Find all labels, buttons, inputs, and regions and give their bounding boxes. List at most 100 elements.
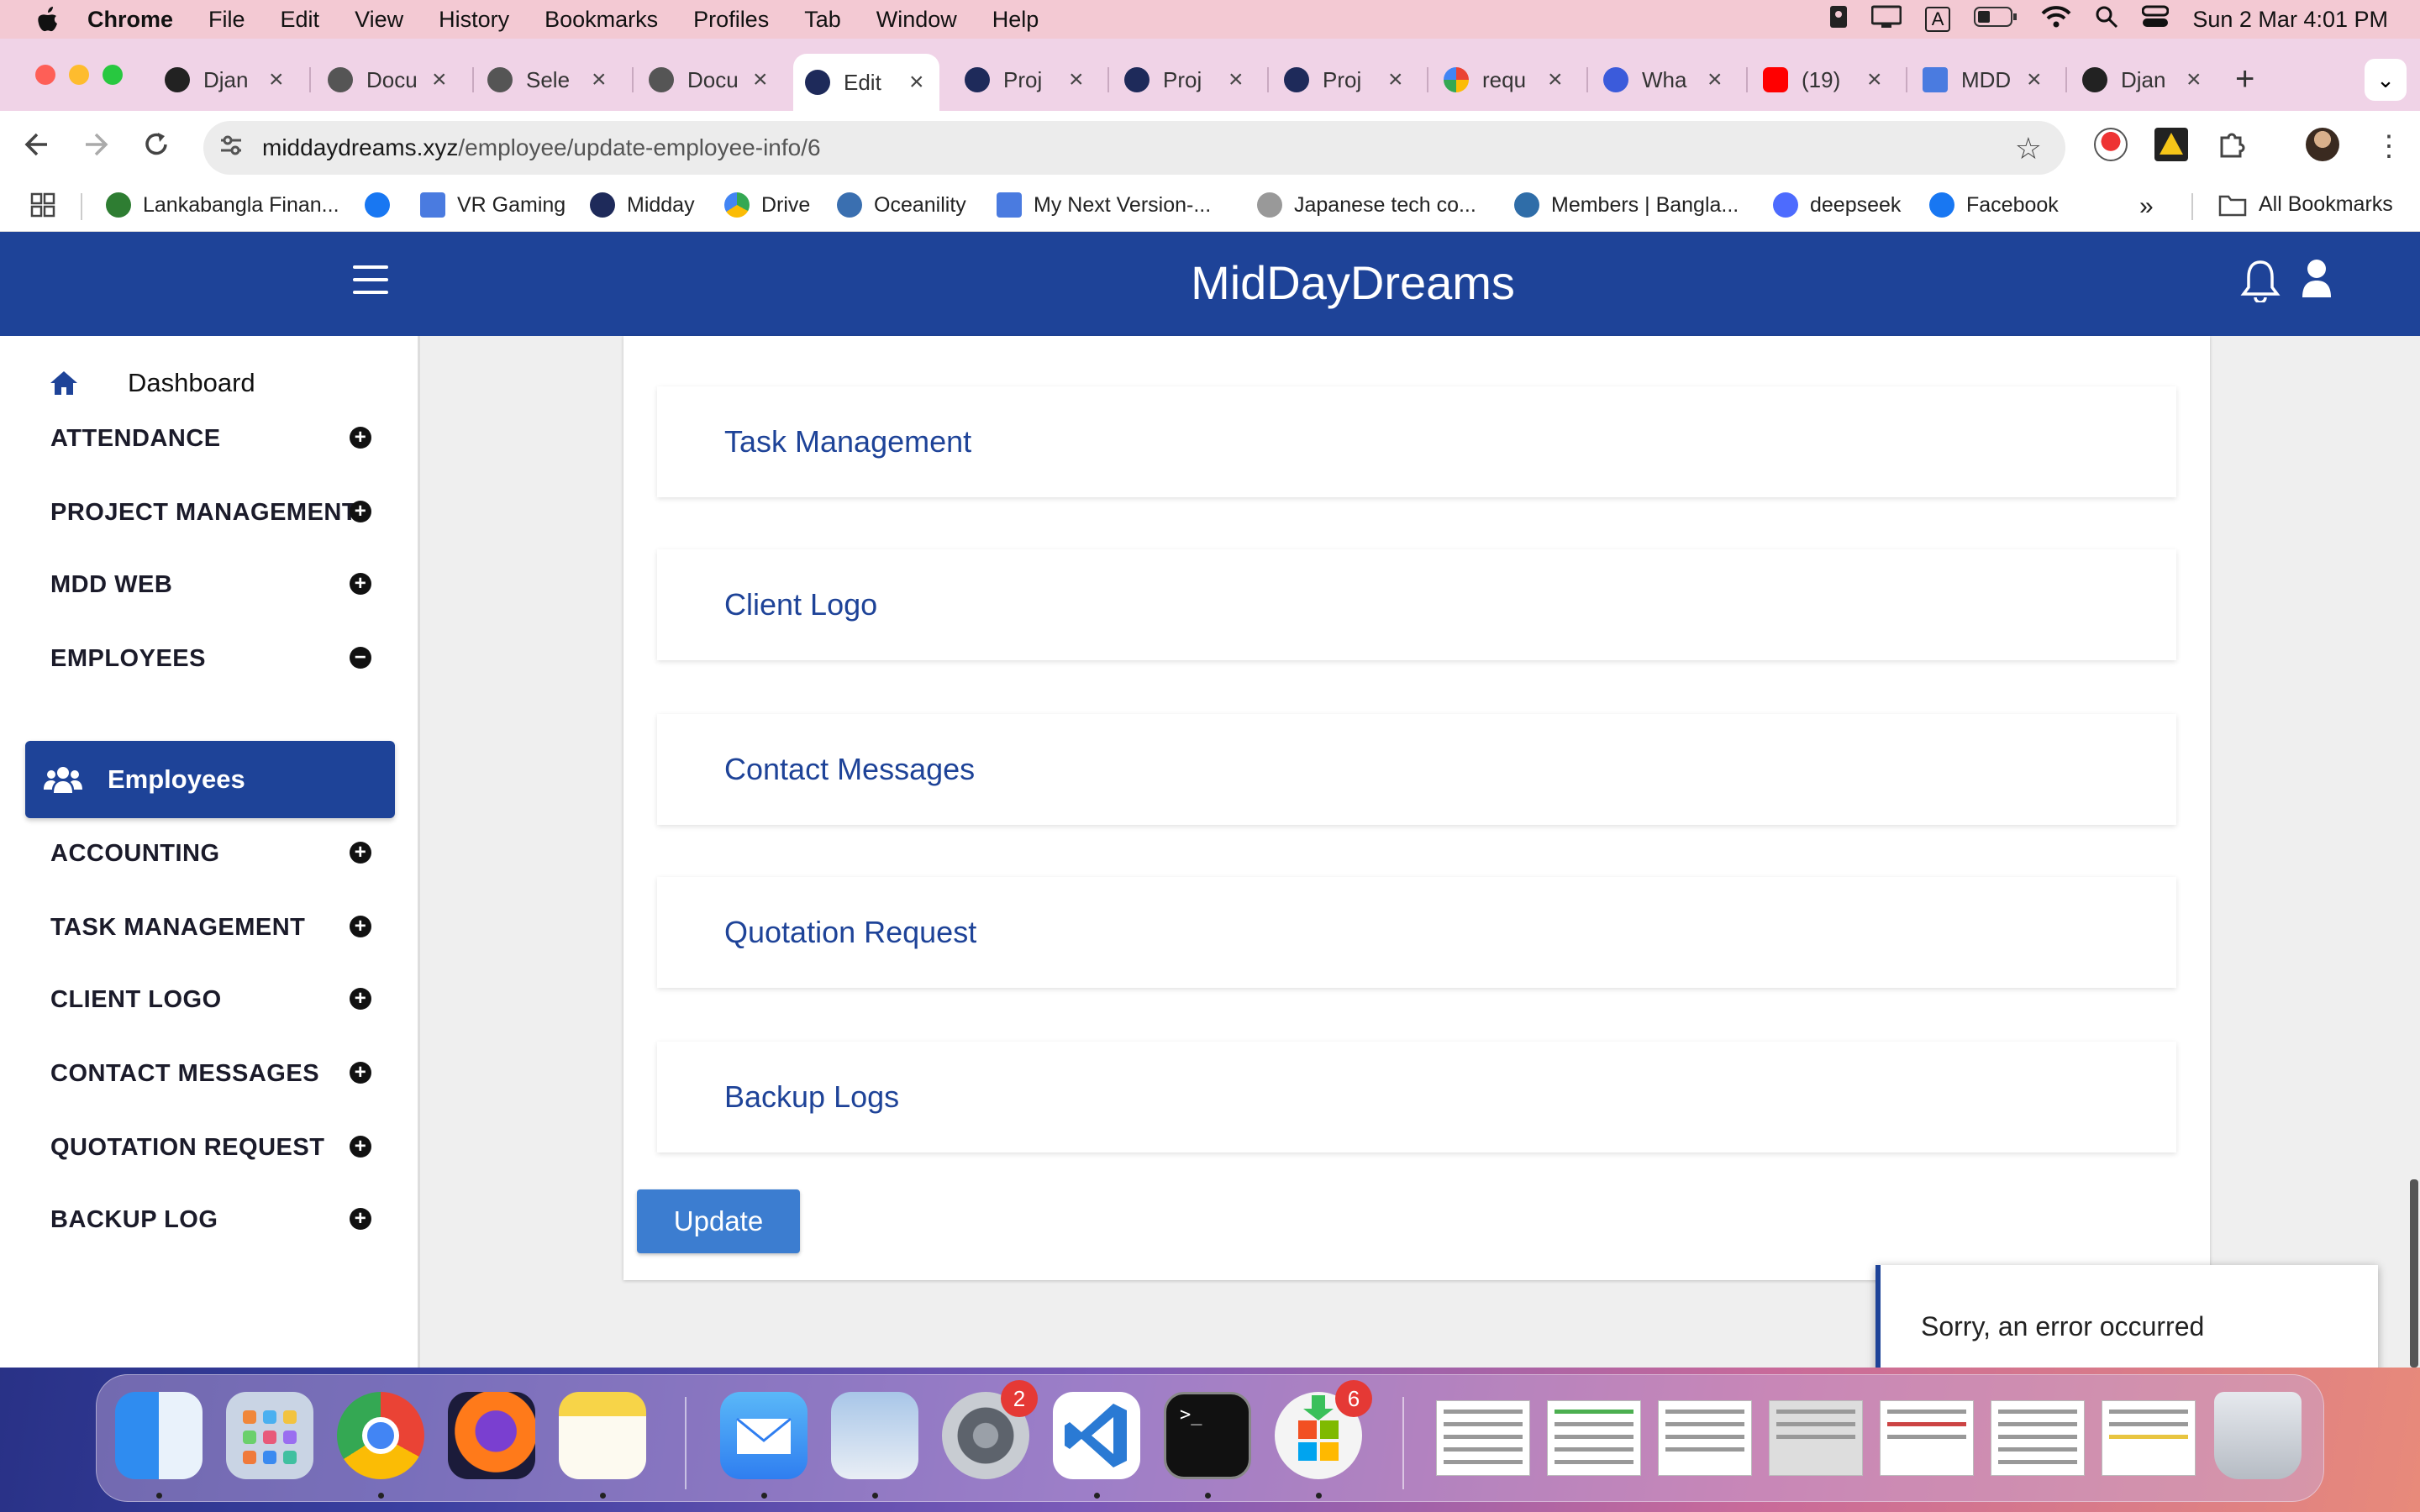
control-center-icon[interactable] (2141, 5, 2170, 34)
sidebar-item-backup-log[interactable]: BACKUP LOG + (50, 1206, 378, 1234)
terminal-icon[interactable]: >_ (1164, 1392, 1251, 1479)
expand-plus-icon[interactable]: + (350, 1136, 371, 1158)
sidebar-item-attendance[interactable]: ATTENDANCE + (50, 425, 378, 453)
tab-close-icon[interactable]: × (753, 66, 768, 94)
tab-close-icon[interactable]: × (592, 66, 607, 94)
menu-profiles[interactable]: Profiles (693, 7, 769, 33)
tab-requ[interactable]: requ × (1432, 55, 1563, 104)
zoom-window-button[interactable] (103, 65, 123, 85)
bookmark-facebook-icon-only[interactable] (365, 192, 390, 218)
expand-plus-icon[interactable]: + (350, 988, 371, 1010)
bookmark-star-icon[interactable]: ☆ (2015, 131, 2042, 166)
expand-plus-icon[interactable]: + (350, 842, 371, 864)
tab-sele[interactable]: Sele × (476, 55, 607, 104)
tab-proj[interactable]: Proj × (953, 55, 1084, 104)
expand-plus-icon[interactable]: + (350, 573, 371, 595)
tab-close-icon[interactable]: × (2186, 66, 2202, 94)
menu-edit[interactable]: Edit (281, 7, 320, 33)
pokeball-extension-icon[interactable] (2094, 128, 2128, 161)
menu-tab[interactable]: Tab (804, 7, 841, 33)
tab-proj-3[interactable]: Proj × (1272, 55, 1403, 104)
close-window-button[interactable] (35, 65, 55, 85)
chrome-icon[interactable] (337, 1392, 424, 1479)
spreadsheet-thumbnail[interactable] (1547, 1400, 1641, 1476)
mail-icon[interactable] (720, 1392, 808, 1479)
tab-close-icon[interactable]: × (1867, 66, 1882, 94)
launchpad-icon[interactable] (226, 1392, 313, 1479)
menu-clock[interactable]: Sun 2 Mar 4:01 PM (2192, 7, 2388, 33)
tab-docu-2[interactable]: Docu × (637, 55, 768, 104)
expand-plus-icon[interactable]: + (350, 1208, 371, 1230)
firefox-icon[interactable] (448, 1392, 535, 1479)
permission-accordion-task-management[interactable]: Task Management (657, 386, 2176, 497)
menu-history[interactable]: History (439, 7, 509, 33)
all-bookmarks-folder[interactable]: All Bookmarks (2218, 192, 2393, 217)
bookmark-my-next-version[interactable]: My Next Version-... (997, 192, 1211, 218)
user-profile-icon[interactable] (2301, 259, 2333, 303)
notification-bell-icon[interactable] (2240, 259, 2281, 307)
notes-icon[interactable] (559, 1392, 646, 1479)
vpn-extension-icon[interactable] (2154, 128, 2188, 161)
collapse-minus-icon[interactable]: − (350, 647, 371, 669)
trash-icon[interactable] (2214, 1392, 2302, 1479)
permission-accordion-backup-logs[interactable]: Backup Logs (657, 1042, 2176, 1152)
tab-youtube[interactable]: (19) × (1751, 55, 1882, 104)
back-button[interactable] (22, 129, 52, 166)
extensions-puzzle-icon[interactable] (2215, 128, 2249, 161)
menu-view[interactable]: View (355, 7, 403, 33)
sidebar-item-contact-messages[interactable]: CONTACT MESSAGES + (50, 1060, 378, 1088)
tab-edit-active[interactable]: Edit × (793, 54, 939, 111)
bookmark-oceanility[interactable]: Oceanility (837, 192, 966, 218)
document-thumbnail[interactable] (2102, 1400, 2196, 1476)
bookmark-lankabangla[interactable]: Lankabangla Finan... (106, 192, 339, 218)
tab-close-icon[interactable]: × (1548, 66, 1563, 94)
preview-icon[interactable] (831, 1392, 918, 1479)
bookmark-facebook[interactable]: Facebook (1929, 192, 2059, 218)
tab-close-icon[interactable]: × (1228, 66, 1244, 94)
battery-icon[interactable] (1974, 6, 2018, 34)
bookmark-japanese-tech[interactable]: Japanese tech co... (1257, 192, 1476, 218)
address-bar[interactable]: middaydreams.xyz/employee/update-employe… (203, 121, 2065, 175)
menu-window[interactable]: Window (876, 7, 957, 33)
tab-close-icon[interactable]: × (909, 68, 924, 97)
finder-icon[interactable] (115, 1392, 203, 1479)
tab-djan-2[interactable]: Djan × (2070, 55, 2202, 104)
minimize-window-button[interactable] (69, 65, 89, 85)
menu-help[interactable]: Help (992, 7, 1039, 33)
contacts-status-icon[interactable] (1829, 5, 1848, 34)
site-info-icon[interactable] (218, 133, 252, 164)
bookmark-drive[interactable]: Drive (724, 192, 810, 218)
new-tab-button[interactable]: + (2235, 60, 2254, 98)
permission-accordion-quotation-request[interactable]: Quotation Request (657, 877, 2176, 988)
expand-plus-icon[interactable]: + (350, 1062, 371, 1084)
tab-docu[interactable]: Docu × (316, 55, 447, 104)
tab-close-icon[interactable]: × (2027, 66, 2042, 94)
bookmark-deepseek[interactable]: deepseek (1773, 192, 1901, 218)
tab-close-icon[interactable]: × (269, 66, 284, 94)
display-status-icon[interactable] (1870, 5, 1902, 34)
document-thumbnail[interactable] (1658, 1400, 1752, 1476)
update-button[interactable]: Update (637, 1189, 800, 1253)
apps-grid-icon[interactable] (30, 192, 55, 218)
expand-plus-icon[interactable]: + (350, 501, 371, 522)
sidebar-item-client-logo[interactable]: CLIENT LOGO + (50, 986, 378, 1014)
bookmark-midday[interactable]: Midday (590, 192, 695, 218)
document-thumbnail[interactable] (1880, 1400, 1974, 1476)
tab-close-icon[interactable]: × (1069, 66, 1084, 94)
tab-close-icon[interactable]: × (1388, 66, 1403, 94)
tab-mdd[interactable]: MDD × (1911, 55, 2042, 104)
sidebar-subitem-employees[interactable]: Employees (25, 741, 395, 818)
sidebar-item-quotation-request[interactable]: QUOTATION REQUEST + (50, 1134, 378, 1162)
chrome-menu-icon[interactable]: ⋮ (2375, 129, 2403, 163)
menu-file[interactable]: File (208, 7, 245, 33)
wifi-icon[interactable] (2041, 5, 2071, 34)
forward-button[interactable] (81, 129, 111, 166)
tab-djan[interactable]: Djan × (153, 55, 284, 104)
vscode-icon[interactable] (1053, 1392, 1140, 1479)
permission-accordion-client-logo[interactable]: Client Logo (657, 549, 2176, 660)
sidebar-item-dashboard[interactable]: Dashboard (49, 368, 255, 398)
more-bookmarks-chevron-icon[interactable]: » (2139, 192, 2154, 221)
profile-avatar[interactable] (2306, 128, 2339, 161)
page-scrollbar-thumb[interactable] (2410, 1179, 2418, 1368)
sidebar-item-mdd-web[interactable]: MDD WEB + (50, 571, 378, 599)
